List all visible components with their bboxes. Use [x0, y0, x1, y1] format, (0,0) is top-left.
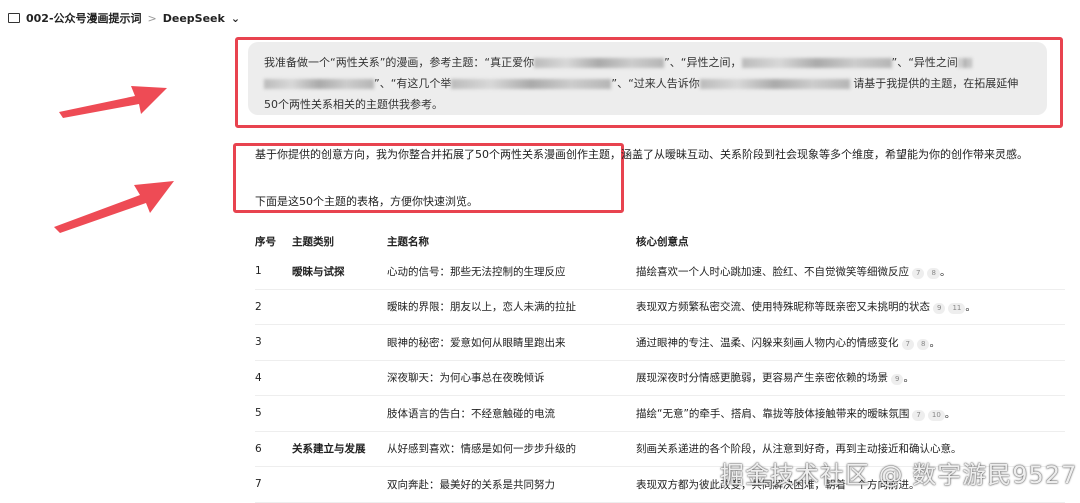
chevron-down-icon[interactable]: ⌄ [231, 12, 240, 25]
citation-badge[interactable]: 10 [927, 409, 945, 421]
idea-text: 表现双方频繁私密交流、使用特殊昵称等既亲密又未挑明的状态 [636, 301, 930, 314]
cell-idea: 描绘喜欢一个人时心跳加速、脸红、不自觉微笑等细微反应 7 8。 [636, 264, 1065, 279]
citation-badge[interactable]: 11 [948, 303, 966, 315]
cell-name: 暧昧的界限：朋友以上，恋人未满的拉扯 [387, 301, 576, 314]
cell-no: 1 [255, 265, 262, 278]
highlight-box [235, 37, 1063, 128]
table-row: 1 暧昧与试探 心动的信号：那些无法控制的生理反应 描绘喜欢一个人时心跳加速、脸… [255, 254, 1065, 290]
table-row: 2 暧昧的界限：朋友以上，恋人未满的拉扯 表现双方频繁私密交流、使用特殊昵称等既… [255, 290, 1065, 325]
idea-text: 描绘“无意”的牵手、搭肩、靠拢等肢体接触带来的暧昧氛围 [636, 407, 910, 420]
response-lead: 下面是这50个主题的表格，方便你快速浏览。 [255, 195, 478, 208]
folder-icon [8, 13, 20, 23]
idea-text: 刻画关系递进的各个阶段，从注意到好奇，再到主动接近和确认心意。 [636, 443, 962, 456]
table-row: 4 深夜聊天：为何心事总在夜晚倾诉 展现深夜时分情感更脆弱，更容易产生亲密依赖的… [255, 361, 1065, 396]
idea-end: 。 [965, 301, 976, 314]
breadcrumb: 002-公众号漫画提示词 > DeepSeek ⌄ [8, 10, 240, 26]
response-intro: 基于你提供的创意方向，我为你整合并拓展了50个两性关系漫画创作主题，涵盖了从暧昧… [255, 148, 1028, 161]
cell-name: 眼神的秘密：爱意如何从眼睛里跑出来 [387, 336, 566, 349]
header-no: 序号 [255, 235, 276, 248]
citation-badge[interactable]: 9 [933, 303, 946, 315]
cell-no: 2 [255, 300, 262, 313]
cell-name: 肢体语言的告白：不经意触碰的电流 [387, 407, 555, 420]
breadcrumb-current[interactable]: DeepSeek [163, 12, 225, 25]
cell-name: 深夜聊天：为何心事总在夜晚倾诉 [387, 372, 545, 385]
citation-badge[interactable]: 9 [891, 374, 904, 386]
cell-no: 7 [255, 478, 262, 491]
citation-badge[interactable]: 7 [901, 338, 914, 350]
cell-idea: 展现深夜时分情感更脆弱，更容易产生亲密依赖的场景 9。 [636, 370, 1065, 386]
idea-text: 描绘喜欢一个人时心跳加速、脸红、不自觉微笑等细微反应 [636, 265, 909, 278]
arrow-icon [59, 86, 167, 118]
cell-no: 5 [255, 407, 262, 420]
watermark: 掘金技术社区 @ 数字游民9527 [720, 461, 1078, 489]
citation-badge[interactable]: 7 [912, 409, 925, 421]
citation-badge[interactable]: 7 [912, 267, 925, 279]
cell-name: 心动的信号：那些无法控制的生理反应 [387, 265, 566, 278]
idea-text: 通过眼神的专注、温柔、闪躲来刻画人物内心的情感变化 [636, 336, 899, 349]
table-row: 3 眼神的秘密：爱意如何从眼睛里跑出来 通过眼神的专注、温柔、闪躲来刻画人物内心… [255, 325, 1065, 361]
idea-end: 。 [944, 407, 956, 420]
breadcrumb-separator: > [147, 11, 157, 25]
arrow-icon [54, 181, 174, 233]
idea-end: 。 [929, 336, 940, 349]
cell-category: 关系建立与发展 [292, 443, 366, 456]
idea-end: 。 [903, 372, 914, 385]
idea-end: 。 [939, 265, 951, 278]
citation-badge[interactable]: 8 [927, 267, 940, 279]
cell-no: 6 [255, 442, 262, 455]
header-category: 主题类别 [292, 235, 334, 248]
cell-idea: 表现双方频繁私密交流、使用特殊昵称等既亲密又未挑明的状态 9 11。 [636, 299, 1065, 315]
cell-name: 双向奔赴：最美好的关系是共同努力 [387, 478, 555, 491]
cell-name: 从好感到喜欢：情感是如何一步步升级的 [387, 443, 576, 456]
header-idea: 核心创意点 [636, 235, 689, 248]
cell-idea: 描绘“无意”的牵手、搭肩、靠拢等肢体接触带来的暧昧氛围 7 10。 [636, 406, 1065, 421]
cell-idea: 通过眼神的专注、温柔、闪躲来刻画人物内心的情感变化 7 8。 [636, 335, 1065, 350]
cell-idea: 刻画关系递进的各个阶段，从注意到好奇，再到主动接近和确认心意。 [636, 441, 1065, 456]
cell-category: 暧昧与试探 [292, 265, 345, 278]
table-row: 5 肢体语言的告白：不经意触碰的电流 描绘“无意”的牵手、搭肩、靠拢等肢体接触带… [255, 396, 1065, 432]
idea-text: 展现深夜时分情感更脆弱，更容易产生亲密依赖的场景 [636, 372, 888, 385]
table-header: 序号 主题类别 主题名称 核心创意点 [255, 228, 1065, 254]
citation-badge[interactable]: 8 [916, 338, 930, 350]
breadcrumb-folder[interactable]: 002-公众号漫画提示词 [26, 10, 142, 26]
header-name: 主题名称 [387, 235, 429, 248]
cell-no: 4 [255, 371, 262, 384]
cell-no: 3 [255, 336, 262, 349]
